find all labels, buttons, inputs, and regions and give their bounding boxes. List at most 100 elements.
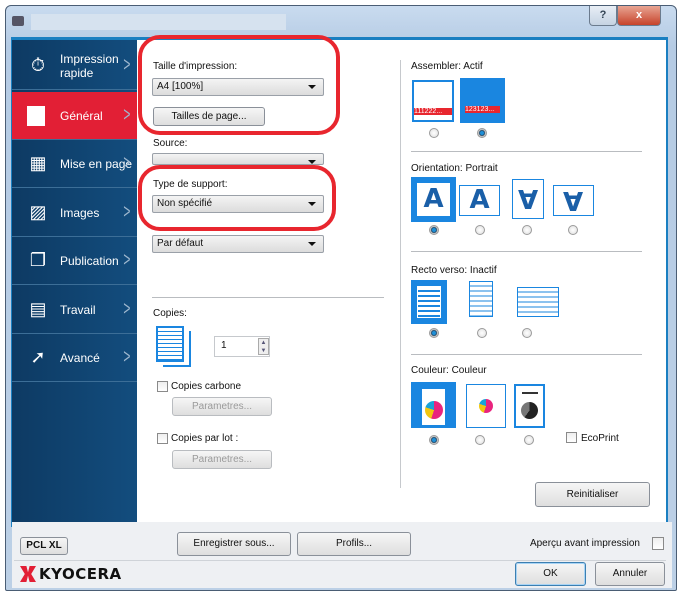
source-select[interactable] [152,153,324,165]
chevron-right-icon: > [123,298,131,320]
publication-icon: ❐ [29,250,47,270]
sidebar-item-avance[interactable]: ➚ Avancé > [12,334,137,382]
ok-button[interactable]: OK [515,562,586,586]
layout-icon: ▦ [29,153,47,173]
sidebar: ⏱ Impression rapide > Général > ▦ Mise en pa… [12,40,137,522]
sidebar-item-label: Avancé [60,350,100,365]
sidebar-item-label: Images [60,205,100,220]
sidebar-item-publication[interactable]: ❐ Publication > [12,237,137,285]
color-radio[interactable] [429,435,439,445]
auto-color-icon[interactable] [466,384,506,428]
kyocera-wordmark: KYOCERA [39,565,122,583]
close-button[interactable]: x [617,6,661,26]
simplex-radio[interactable] [429,328,439,338]
divider [411,151,642,152]
window-title [31,14,286,30]
landscape-rotated-icon[interactable]: A [553,185,594,216]
portrait-rotated-icon[interactable]: A [512,179,544,219]
portrait-option[interactable]: A [411,177,456,222]
carbon-copies-checkbox[interactable] [157,381,168,392]
default-select[interactable]: Par défaut [152,235,324,253]
carbon-params-button[interactable]: Parametres... [172,397,272,416]
highlight-print-size [138,35,340,135]
portrait-icon: A [417,183,450,216]
sidebar-item-label: Impression rapide [60,51,119,80]
chevron-right-icon: > [123,201,131,223]
batch-copies-checkbox[interactable] [157,433,168,444]
auto-color-radio[interactable] [475,435,485,445]
divider [152,297,384,298]
grayscale-radio[interactable] [524,435,534,445]
duplex-long-edge-icon[interactable] [469,281,493,317]
collated-caption: 123123... [465,106,500,113]
page-lines [417,286,441,318]
stopwatch-icon: ⏱ [30,55,46,75]
ecoprint-label: EcoPrint [581,433,619,444]
sidebar-item-impression-rapide[interactable]: ⏱ Impression rapide > [12,42,137,90]
chevron-right-icon: > [123,104,131,126]
column-divider [400,60,401,488]
sidebar-item-general[interactable]: Général > [12,92,137,140]
duplex-label: Recto verso: Inactif [411,265,497,276]
title-bar: ? x [6,6,676,38]
batch-params-button[interactable]: Parametres... [172,450,272,469]
duplex-long-radio[interactable] [477,328,487,338]
copies-spinner[interactable]: ▲ ▼ [258,338,269,355]
help-button[interactable]: ? [589,6,617,26]
preview-checkbox[interactable] [652,537,664,550]
printer-icon [12,16,24,26]
orientation-label: Orientation: Portrait [411,163,498,174]
landscape-radio[interactable] [475,225,485,235]
pdl-button[interactable]: PCL XL [20,537,68,555]
landscape-icon[interactable]: A [459,185,500,216]
highlight-media-type [138,165,336,231]
sidebar-item-label: Mise en page [60,156,133,171]
chevron-right-icon: > [123,54,131,76]
sidebar-item-label: Publication [60,253,119,268]
portrait-radio[interactable] [429,225,439,235]
collated-radio[interactable] [477,128,487,138]
divider [411,354,642,355]
kyocera-mark-icon [20,566,36,582]
job-icon: ▤ [29,299,47,319]
simplex-icon[interactable] [411,280,447,324]
image-icon: ▨ [29,202,47,222]
chevron-right-icon: > [123,249,131,271]
collated-icon[interactable]: 123123... [460,78,505,123]
page-icon [28,105,48,126]
sidebar-item-mise-en-page[interactable]: ▦ Mise en page > [12,140,137,188]
chevron-right-icon: > [123,152,131,174]
collate-label: Assembler: Actif [411,61,483,72]
carbon-copies-label: Copies carbone [171,381,242,392]
source-label: Source: [153,138,188,149]
grayscale-icon[interactable] [514,384,545,428]
divider [411,251,642,252]
batch-copies-label: Copies par lot : [171,433,239,444]
save-as-button[interactable]: Enregistrer sous... [177,532,291,556]
sidebar-item-label: Travail [60,302,96,317]
copies-label: Copies: [153,308,187,319]
uncollated-caption: 111222... [414,108,452,115]
reset-button[interactable]: Reinitialiser [535,482,650,507]
sidebar-item-images[interactable]: ▨ Images > [12,189,137,237]
duplex-short-radio[interactable] [522,328,532,338]
profiles-button[interactable]: Profils... [297,532,411,556]
duplex-short-edge-icon[interactable] [517,287,559,317]
portrait-rotated-radio[interactable] [522,225,532,235]
arrow-icon: ➚ [30,347,46,367]
cancel-button[interactable]: Annuler [595,562,665,586]
divider [14,560,666,561]
preview-label: Aperçu avant impression [529,538,640,549]
uncollated-radio[interactable] [429,128,439,138]
ecoprint-checkbox[interactable] [566,432,577,443]
copies-icon [156,326,184,362]
color-icon [422,389,445,425]
sidebar-item-label: Général [60,108,103,123]
sidebar-item-travail[interactable]: ▤ Travail > [12,286,137,334]
color-option[interactable] [411,382,456,428]
kyocera-logo: KYOCERA [20,565,122,583]
chevron-right-icon: > [123,346,131,368]
uncollated-icon[interactable]: 111222... [412,80,454,122]
landscape-rotated-radio[interactable] [568,225,578,235]
color-label: Couleur: Couleur [411,365,487,376]
